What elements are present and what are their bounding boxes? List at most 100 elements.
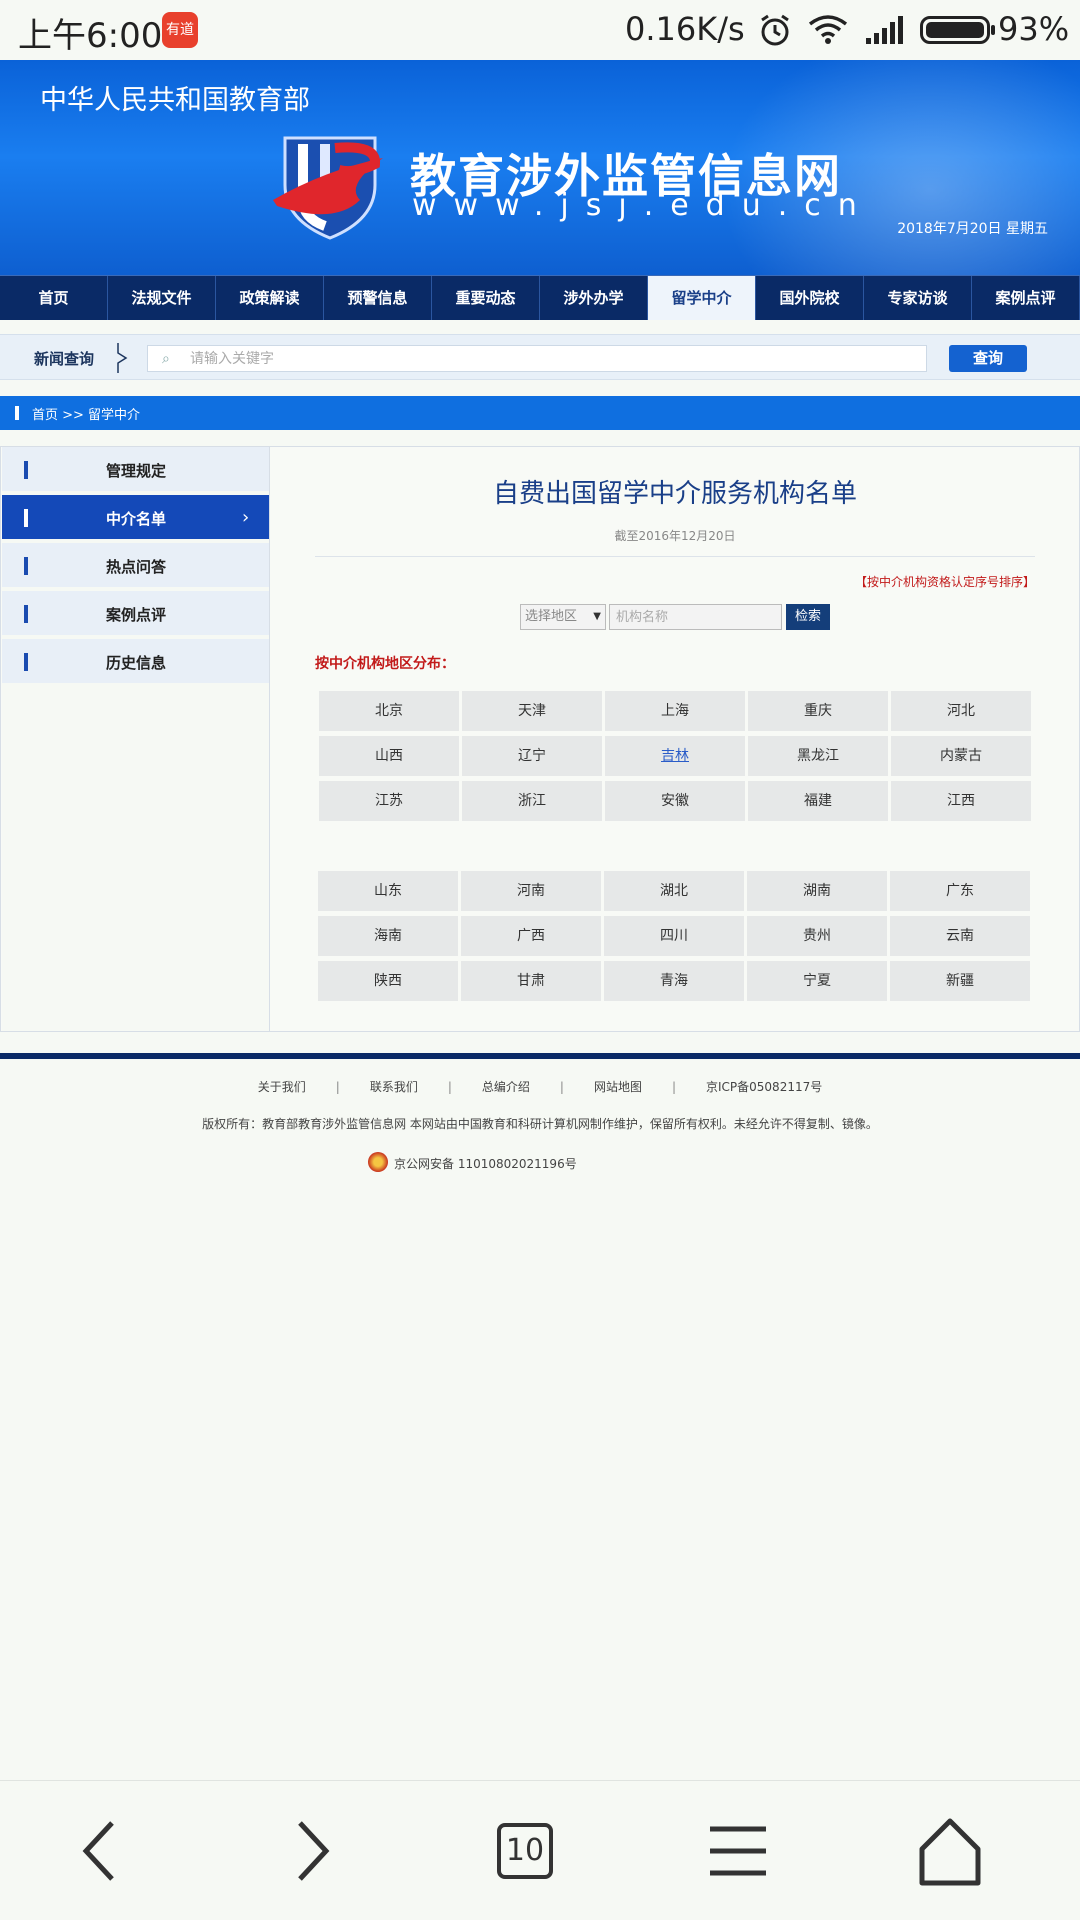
region-cell[interactable]: 山西: [319, 736, 459, 776]
region-cell[interactable]: 浙江: [462, 781, 602, 821]
sidebar-item-marker: [24, 461, 28, 479]
battery-percent: 93%: [998, 10, 1070, 48]
region-cell[interactable]: 安徽: [605, 781, 745, 821]
chevron-right-icon: [117, 343, 128, 373]
region-cell[interactable]: 云南: [890, 916, 1030, 956]
nav-item-home[interactable]: 首页: [0, 276, 108, 320]
region-cell[interactable]: 上海: [605, 691, 745, 731]
ministry-name: 中华人民共和国教育部: [40, 85, 310, 116]
sidebar-item-faq[interactable]: 热点问答: [2, 543, 269, 589]
breadcrumb[interactable]: 首页 >> 留学中介: [32, 404, 140, 423]
sidebar-item-marker: [24, 509, 28, 527]
region-select-value: 选择地区: [525, 609, 578, 624]
region-cell[interactable]: 青海: [604, 961, 744, 1001]
nav-item-interviews[interactable]: 专家访谈: [864, 276, 972, 320]
region-cell[interactable]: 河南: [461, 871, 601, 911]
alarm-icon: [761, 14, 789, 46]
region-cell[interactable]: 辽宁: [462, 736, 602, 776]
sidebar-item-agency-list[interactable]: 中介名单 ›: [2, 495, 269, 541]
sidebar-item-regulations[interactable]: 管理规定: [2, 447, 269, 493]
site-logo: [273, 136, 383, 240]
site-url: www.jsj.edu.cn: [412, 188, 874, 223]
region-cell[interactable]: 江西: [891, 781, 1031, 821]
org-name-input[interactable]: [609, 604, 782, 630]
banner-date: 2018年7月20日 星期五: [897, 221, 1048, 237]
region-cell[interactable]: 陕西: [318, 961, 458, 1001]
org-search-button[interactable]: 检索: [786, 604, 830, 630]
region-distribution-heading: 按中介机构地区分布：: [315, 656, 455, 672]
region-cell[interactable]: 天津: [462, 691, 602, 731]
footer-divider: [0, 1053, 1080, 1059]
region-cell[interactable]: 山东: [318, 871, 458, 911]
sidebar-item-marker: [24, 605, 28, 623]
divider: [315, 556, 1035, 557]
sidebar-item-history[interactable]: 历史信息: [2, 639, 269, 685]
menu-icon[interactable]: [698, 1811, 778, 1891]
status-time: 上午6:00: [18, 16, 163, 56]
region-cell[interactable]: 重庆: [748, 691, 888, 731]
page-subtitle-date: 截至2016年12月20日: [614, 529, 736, 543]
news-search-input[interactable]: [190, 348, 920, 370]
region-cell[interactable]: 广西: [461, 916, 601, 956]
nav-item-study-agencies[interactable]: 留学中介: [648, 276, 756, 320]
sidebar-item-label: 案例点评: [106, 606, 167, 624]
sidebar-item-marker: [24, 557, 28, 575]
region-cell[interactable]: 湖南: [747, 871, 887, 911]
news-search-label: 新闻查询: [34, 350, 95, 368]
police-badge-icon: [368, 1152, 388, 1172]
region-cell[interactable]: 海南: [318, 916, 458, 956]
copyright-text: 版权所有：教育部教育涉外监管信息网 本网站由中国教育和科研计算机网制作维护，保留…: [202, 1117, 878, 1131]
region-cell[interactable]: 福建: [748, 781, 888, 821]
sidebar-item-label: 历史信息: [106, 654, 167, 672]
region-cell[interactable]: 江苏: [319, 781, 459, 821]
nav-item-policy[interactable]: 政策解读: [216, 276, 324, 320]
breadcrumb-marker: [15, 406, 19, 420]
sort-by-qualification-link[interactable]: 【按中介机构资格认定序号排序】: [855, 573, 1035, 590]
main-nav: 首页 法规文件 政策解读 预警信息 重要动态 涉外办学 留学中介 国外院校 专家…: [0, 275, 1080, 320]
region-cell[interactable]: 新疆: [890, 961, 1030, 1001]
region-cell[interactable]: 广东: [890, 871, 1030, 911]
region-cell[interactable]: 宁夏: [747, 961, 887, 1001]
region-cell[interactable]: 内蒙古: [891, 736, 1031, 776]
region-cell[interactable]: 四川: [604, 916, 744, 956]
status-bar: 上午6:00 有道 0.16K/s 93%: [0, 0, 1080, 60]
region-cell[interactable]: 北京: [319, 691, 459, 731]
nav-item-foreign-schools-ops[interactable]: 涉外办学: [540, 276, 648, 320]
nav-item-news[interactable]: 重要动态: [432, 276, 540, 320]
sidebar-item-label: 热点问答: [106, 558, 167, 576]
region-grid-2: 山东 河南 湖北 湖南 广东 海南 广西 四川 贵州 云南 陕西 甘肃 青海 宁…: [318, 871, 1030, 1001]
footer-link-contact[interactable]: 联系我们: [370, 1078, 418, 1095]
tabs-count-button[interactable]: 10: [497, 1823, 553, 1879]
footer-link-sitemap[interactable]: 网站地图: [594, 1078, 642, 1095]
sidebar-item-cases[interactable]: 案例点评: [2, 591, 269, 637]
region-select[interactable]: 选择地区 ▼: [520, 604, 606, 630]
region-cell[interactable]: 贵州: [747, 916, 887, 956]
region-cell[interactable]: 湖北: [604, 871, 744, 911]
nav-item-regulations[interactable]: 法规文件: [108, 276, 216, 320]
sidebar-item-marker: [24, 653, 28, 671]
page-title: 自费出国留学中介服务机构名单: [492, 479, 857, 509]
news-search-button[interactable]: 查询: [949, 345, 1027, 372]
footer-link-about[interactable]: 关于我们: [258, 1078, 306, 1095]
footer-link-editor[interactable]: 总编介绍: [482, 1078, 530, 1095]
forward-icon[interactable]: [272, 1811, 352, 1891]
signal-icon: [866, 16, 903, 44]
main-frame: 管理规定 中介名单 › 热点问答 案例点评 历史信息 自费出国留学中介服务机构名…: [0, 446, 1080, 1032]
nav-item-warnings[interactable]: 预警信息: [324, 276, 432, 320]
sidebar-item-label: 中介名单: [106, 510, 167, 528]
region-cell[interactable]: 甘肃: [461, 961, 601, 1001]
nav-item-foreign-institutions[interactable]: 国外院校: [756, 276, 864, 320]
news-search-bar: 新闻查询 ⌕ 查询: [0, 334, 1080, 380]
region-grid-1: 北京 天津 上海 重庆 河北 山西 辽宁 吉林 黑龙江 内蒙古 江苏 浙江 安徽…: [319, 691, 1031, 821]
content-panel: 自费出国留学中介服务机构名单 截至2016年12月20日 【按中介机构资格认定序…: [271, 447, 1079, 1031]
nav-item-cases[interactable]: 案例点评: [972, 276, 1080, 320]
region-cell[interactable]: 河北: [891, 691, 1031, 731]
site-banner: 中华人民共和国教育部 教育涉外监管信息网 www.jsj.edu.cn 2018…: [0, 60, 1080, 275]
back-icon[interactable]: [60, 1811, 140, 1891]
home-icon[interactable]: [910, 1811, 990, 1891]
region-cell-link[interactable]: 吉林: [605, 736, 745, 776]
region-cell[interactable]: 黑龙江: [748, 736, 888, 776]
youdao-app-icon: 有道: [162, 12, 198, 48]
footer-link-icp[interactable]: 京ICP备05082117号: [706, 1078, 822, 1095]
police-record-link[interactable]: 京公网安备 11010802021196号: [394, 1155, 577, 1172]
